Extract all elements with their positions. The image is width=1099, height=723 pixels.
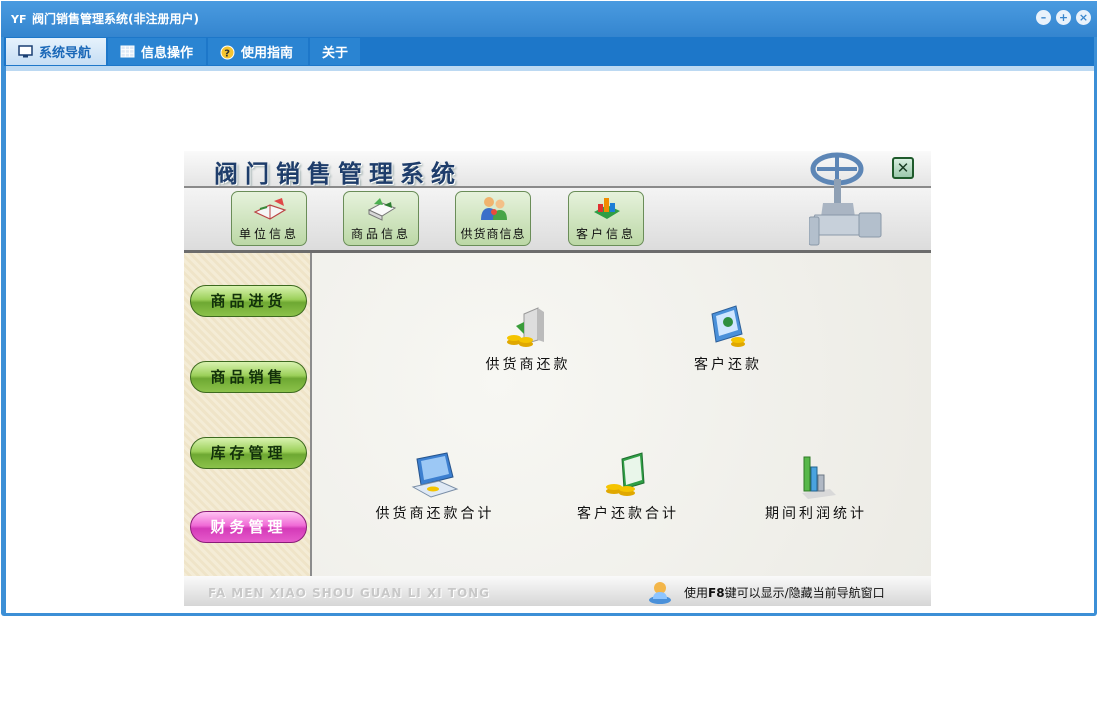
svg-text:YF: YF bbox=[10, 13, 26, 26]
navigator-panel: 阀门销售管理系统 ✕ 单位信息 商品信息 供货商信息 客户信息 商品进货 商品销… bbox=[184, 151, 931, 606]
footer-pinyin: FA MEN XIAO SHOU GUAN LI XI TONG bbox=[208, 586, 491, 600]
supplier-info-button[interactable]: 供货商信息 bbox=[455, 191, 531, 246]
function-area: 供货商还款 客户还款 供货商还款合计 客户还款合计 期间利润统计 bbox=[312, 253, 931, 576]
people-icon bbox=[481, 197, 507, 220]
side-item-goods-sales[interactable]: 商品销售 bbox=[190, 361, 307, 393]
tab-label: 关于 bbox=[322, 46, 349, 61]
profit-stats-icon bbox=[802, 456, 836, 499]
tab-system-navigation[interactable]: 系统导航 bbox=[6, 38, 106, 65]
navigator-title: 阀门销售管理系统 bbox=[214, 159, 462, 188]
menu-bar: 系统导航 信息操作 ? 使用指南 关于 bbox=[4, 37, 1094, 66]
supplier-info-label: 供货商信息 bbox=[460, 227, 526, 241]
footer-hint-prefix: 使用 bbox=[684, 586, 709, 600]
profit-stats-label: 期间利润统计 bbox=[765, 506, 867, 522]
goods-icon bbox=[367, 198, 397, 221]
tab-info-operation[interactable]: 信息操作 bbox=[108, 38, 206, 65]
svg-text:?: ? bbox=[224, 48, 230, 59]
tab-label: 系统导航 bbox=[39, 46, 92, 61]
side-menu: 商品进货 商品销售 库存管理 财务管理 bbox=[184, 253, 312, 576]
supplier-repay-label: 供货商还款 bbox=[485, 357, 571, 373]
customer-repay-total-icon bbox=[606, 452, 645, 496]
grid-icon bbox=[120, 45, 135, 58]
footer-hint: 使用F8键可以显示/隐藏当前导航窗口 bbox=[684, 584, 885, 601]
customer-repay-label: 客户还款 bbox=[694, 357, 762, 373]
tab-label: 使用指南 bbox=[241, 46, 294, 61]
goods-info-button[interactable]: 商品信息 bbox=[343, 191, 419, 246]
yf-logo-icon: YF bbox=[10, 12, 26, 26]
tab-label: 信息操作 bbox=[141, 46, 194, 61]
footer-hint-suffix: 键可以显示/隐藏当前导航窗口 bbox=[724, 586, 885, 600]
customer-repay-icon bbox=[711, 305, 745, 347]
book-icon bbox=[253, 198, 287, 220]
side-item-inventory[interactable]: 库存管理 bbox=[190, 437, 307, 469]
tab-user-guide[interactable]: ? 使用指南 bbox=[208, 38, 308, 65]
valve-icon bbox=[809, 152, 882, 246]
user-hint-icon bbox=[649, 582, 671, 604]
customer-info-label: 客户信息 bbox=[575, 227, 636, 241]
minimize-icon[interactable]: – bbox=[1036, 10, 1051, 25]
chart-icon bbox=[594, 198, 620, 219]
monitor-icon bbox=[18, 45, 33, 58]
customer-repay-total-label: 客户还款合计 bbox=[577, 506, 679, 522]
maximize-icon[interactable]: + bbox=[1056, 10, 1071, 25]
navigator-footer: FA MEN XIAO SHOU GUAN LI XI TONG 使用F8键可以… bbox=[184, 576, 931, 606]
title-bar[interactable]: YF 阀门销售管理系统(非注册用户) – + × bbox=[1, 1, 1097, 37]
supplier-repay-total-icon bbox=[411, 452, 459, 498]
close-icon[interactable]: × bbox=[1076, 10, 1091, 25]
unit-info-button[interactable]: 单位信息 bbox=[231, 191, 307, 246]
unit-info-label: 单位信息 bbox=[238, 227, 299, 241]
customer-repay-total-item[interactable]: 客户还款合计 bbox=[570, 449, 686, 523]
goods-info-label: 商品信息 bbox=[350, 227, 411, 241]
profit-stats-item[interactable]: 期间利润统计 bbox=[757, 449, 875, 523]
help-icon: ? bbox=[220, 45, 235, 60]
supplier-repay-icon bbox=[507, 307, 544, 347]
side-item-goods-purchase[interactable]: 商品进货 bbox=[190, 285, 307, 317]
side-item-finance[interactable]: 财务管理 bbox=[190, 511, 307, 543]
footer-hint-key: F8 bbox=[708, 586, 725, 600]
tab-about[interactable]: 关于 bbox=[310, 38, 360, 65]
supplier-repay-total-item[interactable]: 供货商还款合计 bbox=[369, 449, 501, 523]
customer-repay-item[interactable]: 客户还款 bbox=[683, 300, 773, 374]
window-title: 阀门销售管理系统(非注册用户) bbox=[32, 12, 199, 26]
customer-info-button[interactable]: 客户信息 bbox=[568, 191, 644, 246]
supplier-repay-item[interactable]: 供货商还款 bbox=[480, 300, 576, 374]
supplier-repay-total-label: 供货商还款合计 bbox=[375, 506, 495, 522]
